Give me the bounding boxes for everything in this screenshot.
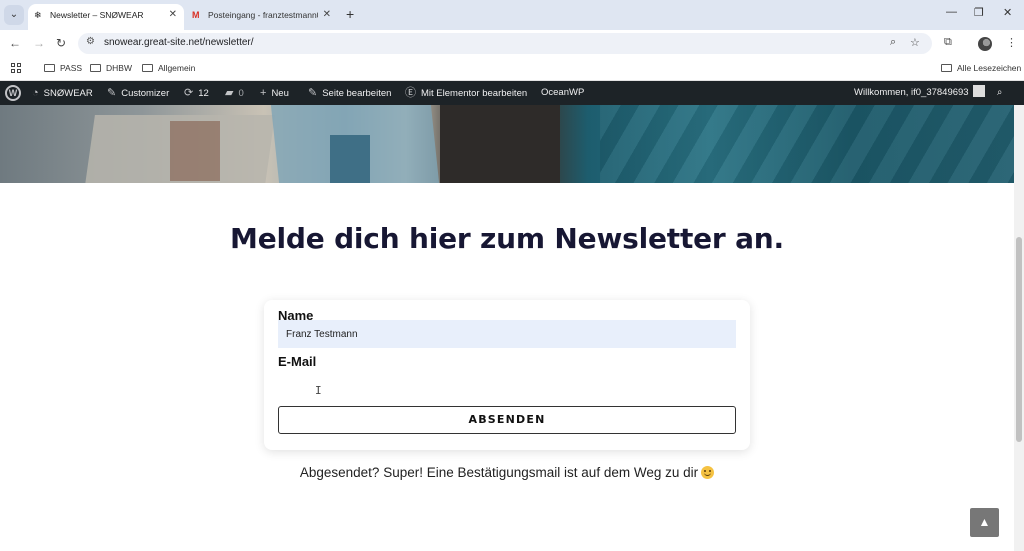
snowflake-icon: ❄ (34, 10, 42, 20)
folder-icon (90, 64, 101, 72)
email-label: E-Mail (278, 354, 317, 369)
dashboard-icon: ◔ (32, 87, 39, 99)
tab-title: Newsletter – SNØWEAR (50, 10, 144, 20)
browser-menu-icon[interactable]: ⋮ (1006, 36, 1017, 49)
updates-icon: ⟳ (184, 87, 194, 99)
address-bar[interactable]: ⚙ snowear.great-site.net/newsletter/ ⌕ ☆ (78, 33, 932, 54)
all-bookmarks[interactable]: Alle Lesezeichen (941, 62, 1021, 74)
site-info-icon[interactable]: ⚙ (86, 36, 95, 47)
tab-search-button[interactable]: ⌄ (4, 5, 24, 25)
email-field[interactable] (278, 372, 736, 400)
back-icon[interactable]: ← (9, 35, 21, 51)
admin-search-icon[interactable]: ⌕ (997, 81, 1002, 105)
reload-icon[interactable]: ↻ (56, 35, 66, 51)
admin-new[interactable]: + Neu (260, 81, 289, 105)
tab-strip: ⌄ ❄ Newsletter – SNØWEAR ✕ M Posteingang… (0, 0, 1024, 30)
forward-icon[interactable]: → (33, 35, 45, 51)
admin-account[interactable]: Willkommen, if0_37849693 (854, 81, 985, 105)
tab-gmail[interactable]: M Posteingang - franztestmann0@ ✕ (186, 4, 338, 30)
elementor-icon: Ⓔ (405, 87, 416, 99)
hero-image (0, 105, 1014, 183)
wordpress-logo-icon[interactable]: W (5, 85, 21, 101)
bookmark-allgemein[interactable]: Allgemein (142, 62, 195, 74)
apps-grid-icon[interactable] (11, 63, 22, 74)
scroll-to-top-button[interactable]: ▲ (970, 508, 999, 537)
submit-button[interactable]: ABSENDEN (278, 406, 736, 434)
admin-site-name[interactable]: ◔ SNØWEAR (32, 81, 93, 105)
folder-icon (142, 64, 153, 72)
admin-customizer[interactable]: ✎ Customizer (107, 81, 169, 105)
folder-icon (941, 64, 952, 72)
newsletter-form: Name E-Mail I ABSENDEN (264, 300, 750, 450)
new-tab-button[interactable]: + (346, 5, 354, 23)
close-icon[interactable]: ✕ (323, 4, 331, 26)
smiley-icon (701, 466, 715, 479)
pencil-icon: ✎ (308, 87, 318, 99)
admin-edit-page[interactable]: ✎ Seite bearbeiten (308, 81, 391, 105)
page-scrollbar[interactable] (1014, 105, 1024, 551)
text-cursor-icon: I (315, 384, 322, 397)
admin-comments[interactable]: ▰ 0 (225, 81, 244, 105)
profile-avatar[interactable] (978, 37, 992, 51)
folder-icon (44, 64, 55, 72)
zoom-icon[interactable]: ⌕ (890, 36, 896, 49)
bookmark-pass[interactable]: PASS (44, 62, 82, 74)
window-close-icon[interactable]: ✕ (1003, 6, 1012, 19)
confirmation-text: Abgesendet? Super! Eine Bestätigungsmail… (0, 465, 1014, 480)
user-avatar (972, 85, 985, 97)
gmail-icon: M (192, 10, 200, 20)
tab-title: Posteingang - franztestmann0@ (208, 10, 318, 20)
close-icon[interactable]: ✕ (169, 4, 177, 26)
restore-icon[interactable]: ❐ (974, 6, 984, 19)
page-title: Melde dich hier zum Newsletter an. (230, 222, 784, 255)
comment-icon: ▰ (225, 87, 234, 99)
scrollbar-thumb[interactable] (1016, 237, 1022, 442)
browser-toolbar: ← → ↻ ⚙ snowear.great-site.net/newslette… (0, 30, 1024, 57)
chevron-up-icon: ▲ (978, 515, 991, 529)
brush-icon: ✎ (107, 87, 117, 99)
admin-oceanwp[interactable]: OceanWP (541, 81, 584, 105)
minimize-icon[interactable]: — (946, 6, 957, 18)
plus-icon: + (260, 87, 267, 99)
extensions-icon[interactable]: ⧉ (944, 36, 952, 49)
bookmark-star-icon[interactable]: ☆ (910, 36, 920, 49)
address-url[interactable]: snowear.great-site.net/newsletter/ (104, 37, 254, 48)
admin-updates[interactable]: ⟳ 12 (184, 81, 209, 105)
admin-elementor[interactable]: Ⓔ Mit Elementor bearbeiten (405, 81, 527, 105)
bookmarks-bar: PASS DHBW Allgemein Alle Lesezeichen (0, 57, 1024, 81)
tab-newsletter[interactable]: ❄ Newsletter – SNØWEAR ✕ (28, 4, 184, 30)
bookmark-dhbw[interactable]: DHBW (90, 62, 132, 74)
wp-admin-bar: W ◔ SNØWEAR ✎ Customizer ⟳ 12 ▰ 0 + Neu ✎ Seit… (0, 81, 1024, 105)
name-field[interactable] (278, 320, 736, 348)
